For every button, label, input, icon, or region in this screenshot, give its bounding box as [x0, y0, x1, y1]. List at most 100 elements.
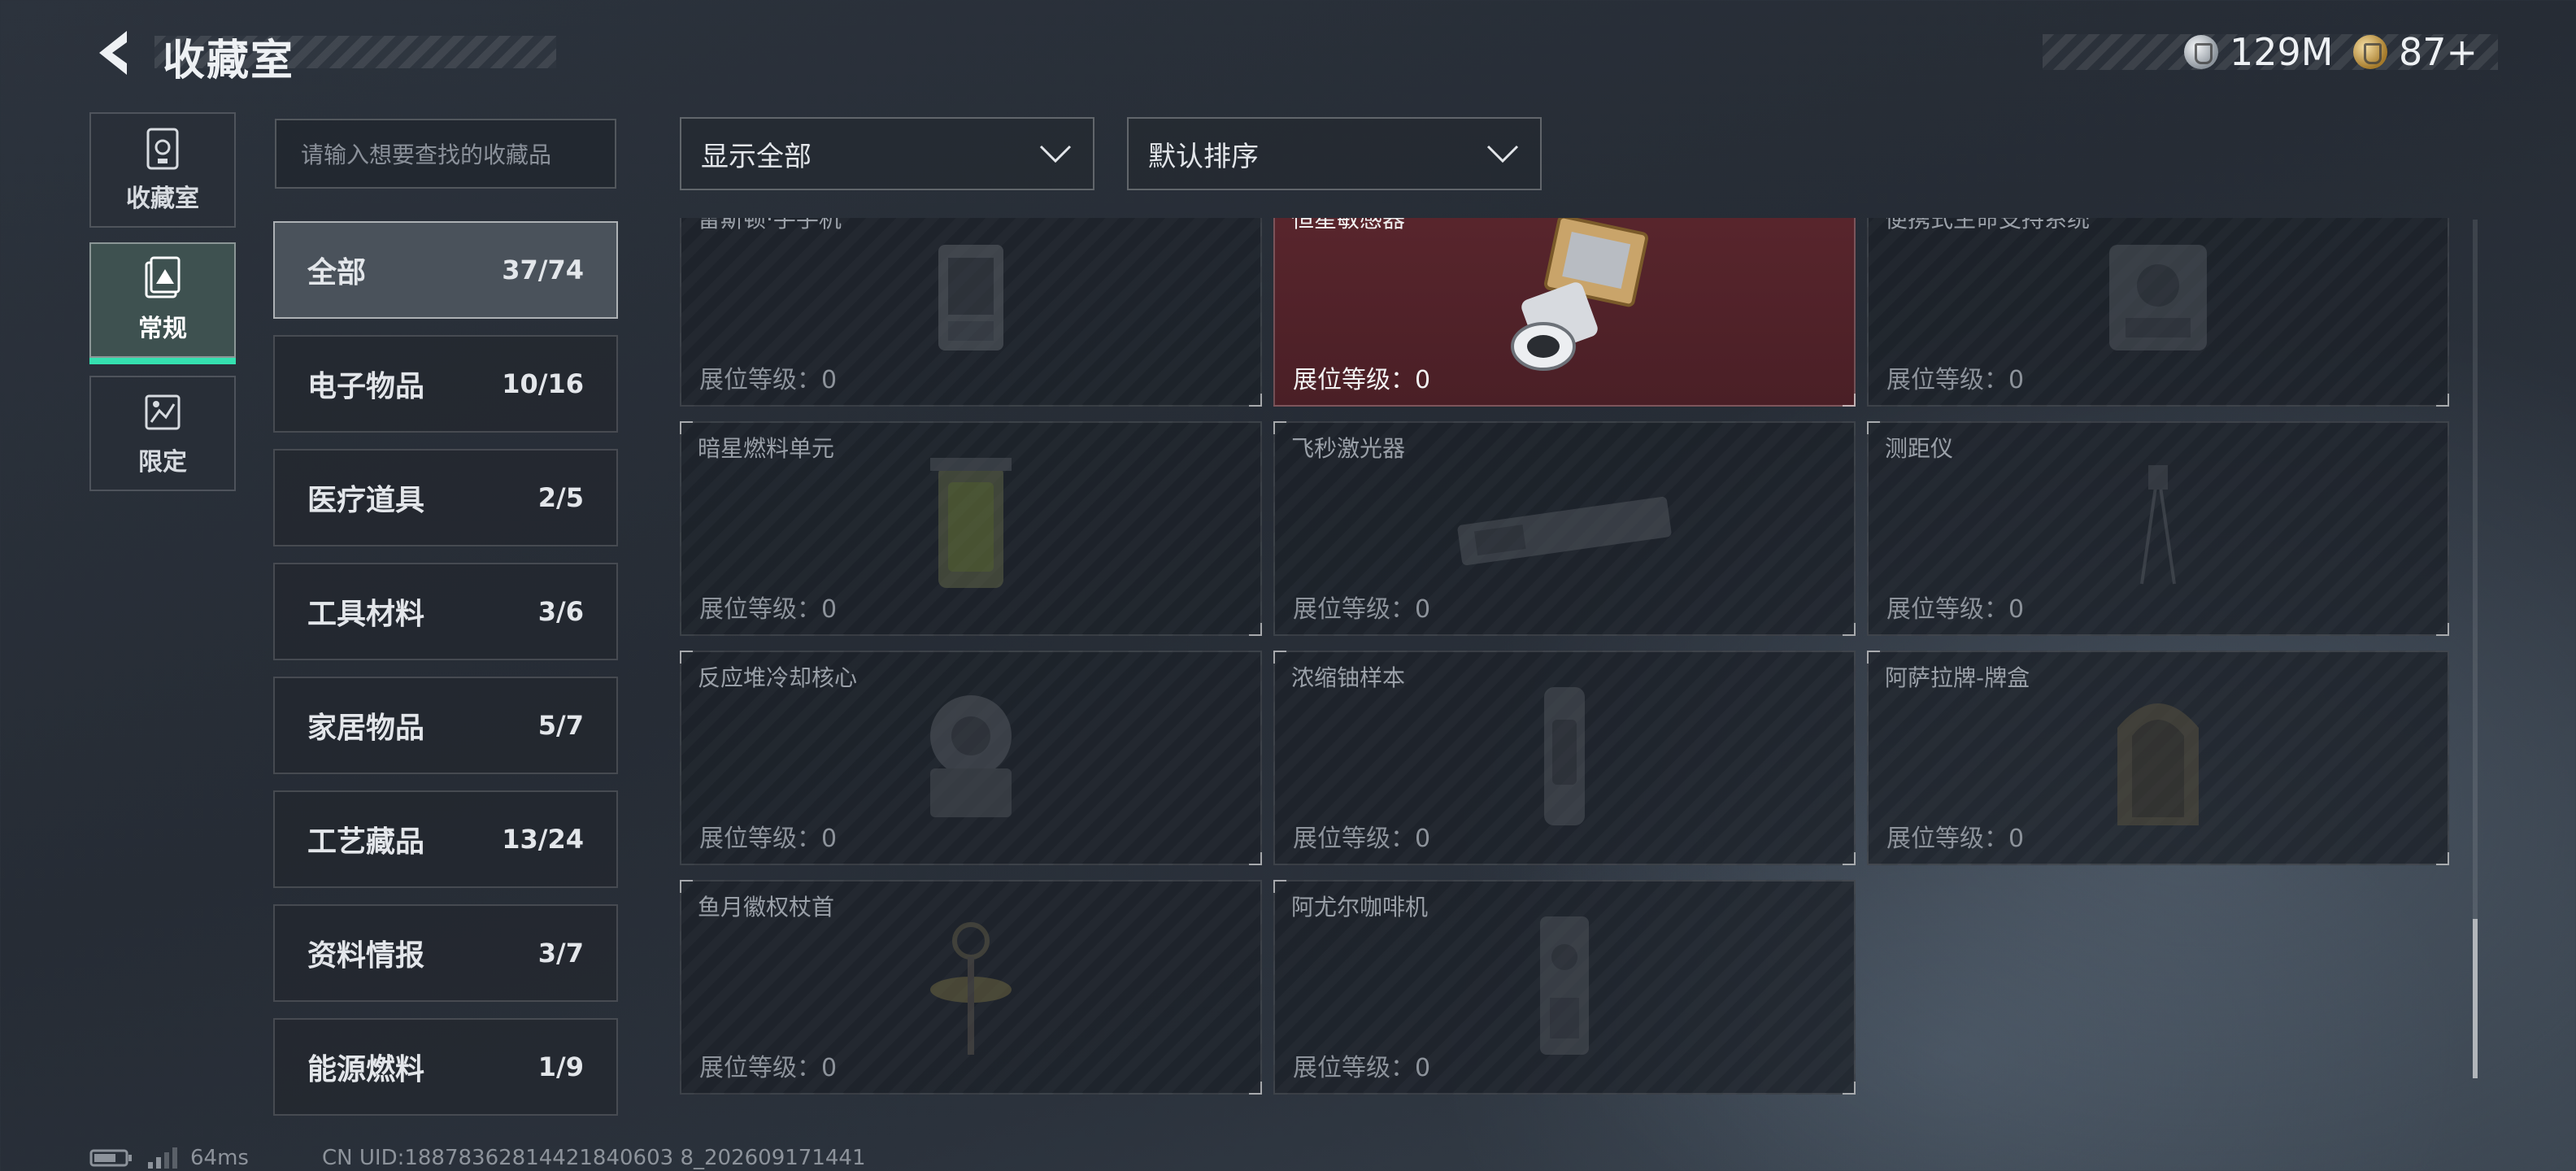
card-corner [1249, 394, 1262, 407]
item-name: 便携式生命支持系统 [1885, 218, 2091, 233]
category-label: 资料情报 [307, 939, 425, 973]
item-name: 测距仪 [1885, 435, 1954, 462]
collection-card[interactable]: 鱼月徽权杖首 展位等级：0 [680, 880, 1262, 1095]
search-input[interactable]: 请输入想要查找的收藏品 [275, 119, 616, 189]
category-tools[interactable]: 工具材料 3/6 [273, 563, 618, 660]
coffee-machine-item-image [1516, 908, 1613, 1066]
star-sensor-item-image [1495, 218, 1657, 382]
grid-scrollbar-thumb[interactable] [2473, 919, 2478, 1078]
collection-card[interactable]: 便携式生命支持系统 展位等级：0 [1867, 218, 2449, 407]
scepter-head-item-image [914, 908, 1028, 1066]
card-corner [1273, 651, 1286, 664]
regular-icon [145, 256, 181, 298]
tab-label: 常规 [138, 315, 187, 343]
collection-card[interactable]: 雷斯顿·手手机 展位等级：0 [680, 218, 1262, 407]
category-label: 工具材料 [307, 598, 425, 631]
gold-coin-icon [2353, 35, 2387, 69]
item-name: 阿尤尔咖啡机 [1291, 894, 1429, 921]
collection-room-icon [146, 128, 179, 170]
category-all[interactable]: 全部 37/74 [273, 221, 618, 319]
category-count: 3/7 [537, 938, 584, 969]
category-medical[interactable]: 医疗道具 2/5 [273, 449, 618, 546]
item-level: 展位等级：0 [699, 825, 838, 853]
item-level: 展位等级：0 [699, 366, 838, 394]
item-name: 飞秒激光器 [1291, 435, 1406, 462]
collection-card[interactable]: 测距仪 展位等级：0 [1867, 421, 2449, 636]
category-count: 13/24 [502, 824, 584, 855]
collection-card[interactable]: 暗星燃料单元 展位等级：0 [680, 421, 1262, 636]
sort-label: 默认排序 [1148, 140, 1259, 173]
card-corner [680, 880, 693, 893]
card-box-item-image [2101, 679, 2215, 837]
category-label: 全部 [307, 256, 367, 289]
item-name: 雷斯顿·手手机 [698, 218, 842, 233]
category-count: 2/5 [537, 482, 584, 513]
active-tab-indicator [89, 358, 236, 364]
collection-grid[interactable]: 雷斯顿·手手机 展位等级：0 恒星敏感器 展位等级：0 便携式生命支持系统 展位… [672, 218, 2461, 1104]
tab-limited[interactable]: 限定 [89, 376, 236, 491]
page-title: 收藏室 [163, 37, 295, 85]
back-button[interactable] [88, 24, 145, 81]
category-intel[interactable]: 资料情报 3/7 [273, 904, 618, 1002]
laser-item-image [1442, 478, 1686, 579]
back-arrow-icon [99, 31, 127, 75]
silver-amount: 129M [2230, 30, 2334, 74]
sort-dropdown[interactable]: 默认排序 [1127, 117, 1542, 190]
collection-card[interactable]: 反应堆冷却核心 展位等级：0 [680, 651, 1262, 865]
category-crafts[interactable]: 工艺藏品 13/24 [273, 790, 618, 888]
item-name: 反应堆冷却核心 [698, 664, 858, 691]
card-corner [1843, 394, 1856, 407]
card-corner [1249, 1082, 1262, 1095]
chevron-down-icon [1486, 145, 1519, 163]
item-level: 展位等级：0 [699, 595, 838, 624]
category-label: 家居物品 [307, 712, 425, 745]
life-support-item-image [2077, 229, 2239, 370]
item-level: 展位等级：0 [1886, 595, 2025, 624]
tab-collection-room[interactable]: 收藏室 [89, 112, 236, 228]
card-corner [1249, 623, 1262, 636]
silver-coin-icon [2184, 35, 2218, 69]
tab-regular[interactable]: 常规 [89, 242, 236, 364]
item-name: 暗星燃料单元 [698, 435, 835, 462]
category-count: 37/74 [502, 255, 584, 285]
card-corner [2436, 394, 2449, 407]
category-label: 医疗道具 [307, 484, 425, 517]
item-name: 阿萨拉牌-牌盒 [1885, 664, 2030, 691]
item-name: 恒星敏感器 [1291, 218, 1406, 233]
category-count: 1/9 [537, 1051, 584, 1082]
card-corner [1867, 651, 1880, 664]
limited-icon [145, 394, 181, 430]
category-electronics[interactable]: 电子物品 10/16 [273, 335, 618, 433]
reactor-core-item-image [898, 679, 1044, 837]
display-filter-dropdown[interactable]: 显示全部 [680, 117, 1094, 190]
signal-icon [148, 1147, 177, 1169]
fuel-cell-item-image [906, 450, 1036, 607]
card-corner [1273, 880, 1286, 893]
category-count: 5/7 [537, 710, 584, 741]
ping-value: 64ms [190, 1146, 249, 1170]
item-name: 鱼月徽权杖首 [698, 894, 835, 921]
collection-card[interactable]: 恒星敏感器 展位等级：0 [1273, 218, 1856, 407]
category-energy[interactable]: 能源燃料 1/9 [273, 1018, 618, 1116]
collection-card[interactable]: 飞秒激光器 展位等级：0 [1273, 421, 1856, 636]
item-level: 展位等级：0 [1293, 1054, 1431, 1082]
collection-card[interactable]: 浓缩铀样本 展位等级：0 [1273, 651, 1856, 865]
item-level: 展位等级：0 [1293, 595, 1431, 624]
category-household[interactable]: 家居物品 5/7 [273, 677, 618, 774]
gold-amount: 87+ [2399, 30, 2478, 74]
category-label: 能源燃料 [307, 1053, 425, 1086]
status-bar: 64ms [89, 1142, 249, 1171]
gold-currency[interactable]: 87+ [2353, 28, 2478, 76]
display-filter-label: 显示全部 [701, 140, 812, 173]
collection-card[interactable]: 阿尤尔咖啡机 展位等级：0 [1273, 880, 1856, 1095]
collection-card[interactable]: 阿萨拉牌-牌盒 展位等级：0 [1867, 651, 2449, 865]
rangefinder-item-image [2109, 454, 2207, 603]
chevron-down-icon [1039, 145, 1072, 163]
category-label: 电子物品 [307, 370, 425, 403]
tab-label: 收藏室 [126, 185, 199, 213]
card-corner [1249, 852, 1262, 865]
item-level: 展位等级：0 [699, 1054, 838, 1082]
uid-text: CN UID:18878362814421840603 8_2026091714… [322, 1146, 866, 1170]
tab-label: 限定 [138, 448, 187, 477]
battery-icon [89, 1149, 132, 1167]
